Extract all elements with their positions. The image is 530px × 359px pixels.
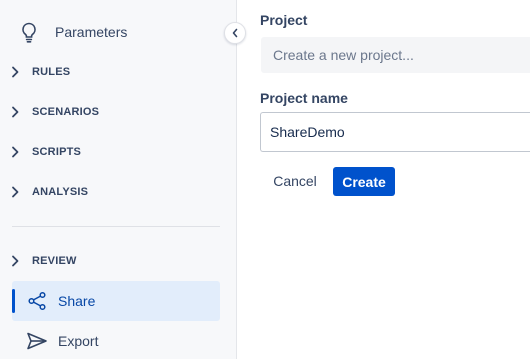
project-name-label: Project name [260,90,348,106]
lightbulb-icon [18,21,40,43]
share-icon [26,290,48,312]
chevron-right-icon [8,65,22,79]
sidebar-item-label: Parameters [55,24,128,40]
sidebar-item-parameters[interactable]: Parameters [18,18,127,46]
chevron-right-icon [8,185,22,199]
sidebar-section-scenarios[interactable]: SCENARIOS [8,100,99,124]
chevron-right-icon [8,145,22,159]
project-select[interactable]: Create a new project... [261,37,530,73]
chevron-right-icon [8,105,22,119]
sidebar: Parameters RULES SCENARIOS SCRIPTS ANALY [0,0,237,359]
section-label: RULES [32,66,71,78]
section-label: REVIEW [32,255,77,267]
sidebar-item-share[interactable]: Share [12,281,220,321]
project-select-placeholder: Create a new project... [273,47,414,63]
sidebar-item-label: Export [58,333,99,349]
collapse-sidebar-button[interactable] [224,22,246,44]
project-name-input[interactable] [260,112,530,152]
sidebar-section-analysis[interactable]: ANALYSIS [8,180,88,204]
chevron-left-icon [231,28,239,38]
chevron-right-icon [8,254,22,268]
sidebar-divider [12,226,220,227]
sidebar-item-export[interactable]: Export [12,321,220,359]
section-label: ANALYSIS [32,186,89,198]
section-label: SCENARIOS [32,106,100,118]
app-window: Parameters RULES SCENARIOS SCRIPTS ANALY [0,0,530,359]
create-button[interactable]: Create [333,167,395,196]
project-label: Project [260,12,308,28]
send-icon [26,330,48,352]
sidebar-section-review[interactable]: REVIEW [8,249,77,273]
sidebar-item-label: Share [58,293,96,309]
sidebar-section-scripts[interactable]: SCRIPTS [8,140,81,164]
sidebar-section-rules[interactable]: RULES [8,60,70,84]
cancel-button[interactable]: Cancel [262,167,328,195]
section-label: SCRIPTS [32,146,82,158]
